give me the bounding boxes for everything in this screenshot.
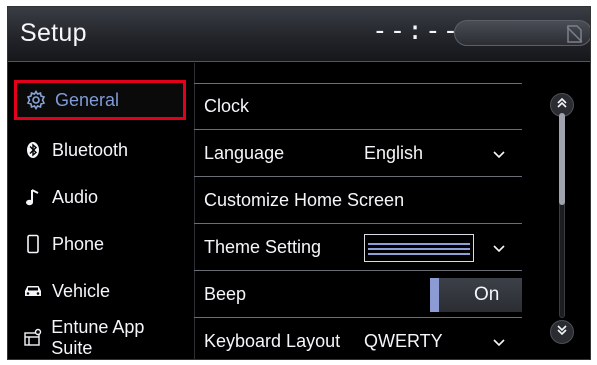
language-setting-row[interactable]: Language English	[194, 131, 522, 177]
sidebar-item-bluetooth[interactable]: Bluetooth	[14, 130, 186, 170]
beep-value: On	[474, 284, 500, 305]
sidebar-item-label: Vehicle	[52, 280, 111, 301]
setting-label: Language	[204, 143, 285, 163]
sidebar-item-phone[interactable]: Phone	[14, 224, 186, 264]
music-note-icon	[22, 186, 44, 208]
beep-setting-row: Beep On	[194, 272, 522, 318]
head-unit-screen: Setup --:-- General Bluetooth Audio Phon…	[7, 6, 591, 360]
keyboard-layout-value: QWERTY	[364, 331, 443, 351]
theme-preview-line	[368, 243, 470, 245]
bluetooth-icon	[22, 139, 44, 161]
clock-display: --:--	[372, 16, 461, 46]
theme-preview	[364, 234, 474, 262]
clock-setting-row[interactable]: Clock	[194, 84, 522, 130]
header-bar: Setup --:--	[8, 7, 590, 62]
double-chevron-down-icon	[555, 323, 569, 342]
scrollbar	[532, 63, 590, 359]
setting-label: Beep	[204, 284, 247, 304]
sidebar-item-label: General	[55, 89, 120, 110]
app-suite-icon	[22, 327, 43, 349]
sidebar-item-label: Phone	[52, 233, 105, 254]
no-sim-icon	[565, 24, 583, 44]
setting-label: Keyboard Layout	[204, 331, 341, 351]
sidebar-item-label: Entune App Suite	[51, 317, 145, 358]
chevron-down-icon	[492, 240, 506, 254]
scroll-down-button[interactable]	[550, 320, 574, 344]
sidebar-item-audio[interactable]: Audio	[14, 177, 186, 217]
setting-label: Customize Home Screen	[204, 190, 405, 210]
keyboard-layout-row[interactable]: Keyboard Layout QWERTY	[194, 319, 522, 359]
setting-label: Clock	[204, 96, 250, 116]
theme-preview-line	[368, 253, 470, 255]
chevron-down-icon	[492, 146, 506, 160]
car-icon	[22, 280, 44, 302]
page-title: Setup	[20, 19, 87, 47]
sidebar-item-label: Bluetooth	[52, 139, 129, 160]
settings-sidebar: General Bluetooth Audio Phone Vehicle En…	[8, 63, 188, 359]
general-settings-list: Clock Language English Customize Home Sc…	[194, 63, 522, 359]
sidebar-item-vehicle[interactable]: Vehicle	[14, 271, 186, 311]
gear-icon	[25, 89, 47, 111]
double-chevron-up-icon	[555, 96, 569, 115]
sidebar-item-label: Audio	[52, 186, 99, 207]
beep-toggle[interactable]: On	[430, 278, 522, 312]
theme-setting-row[interactable]: Theme Setting	[194, 225, 522, 271]
sidebar-item-entune-app-suite[interactable]: Entune App Suite	[14, 317, 186, 358]
status-indicator	[454, 20, 590, 46]
sidebar-item-general[interactable]: General	[14, 80, 186, 120]
setting-label: Theme Setting	[204, 237, 322, 257]
chevron-down-icon	[492, 334, 506, 348]
language-value: English	[364, 143, 424, 163]
theme-preview-line	[368, 248, 470, 250]
customize-home-screen-row[interactable]: Customize Home Screen	[194, 178, 522, 224]
scroll-thumb[interactable]	[559, 113, 565, 205]
toggle-indicator	[430, 278, 439, 312]
phone-icon	[22, 233, 44, 255]
